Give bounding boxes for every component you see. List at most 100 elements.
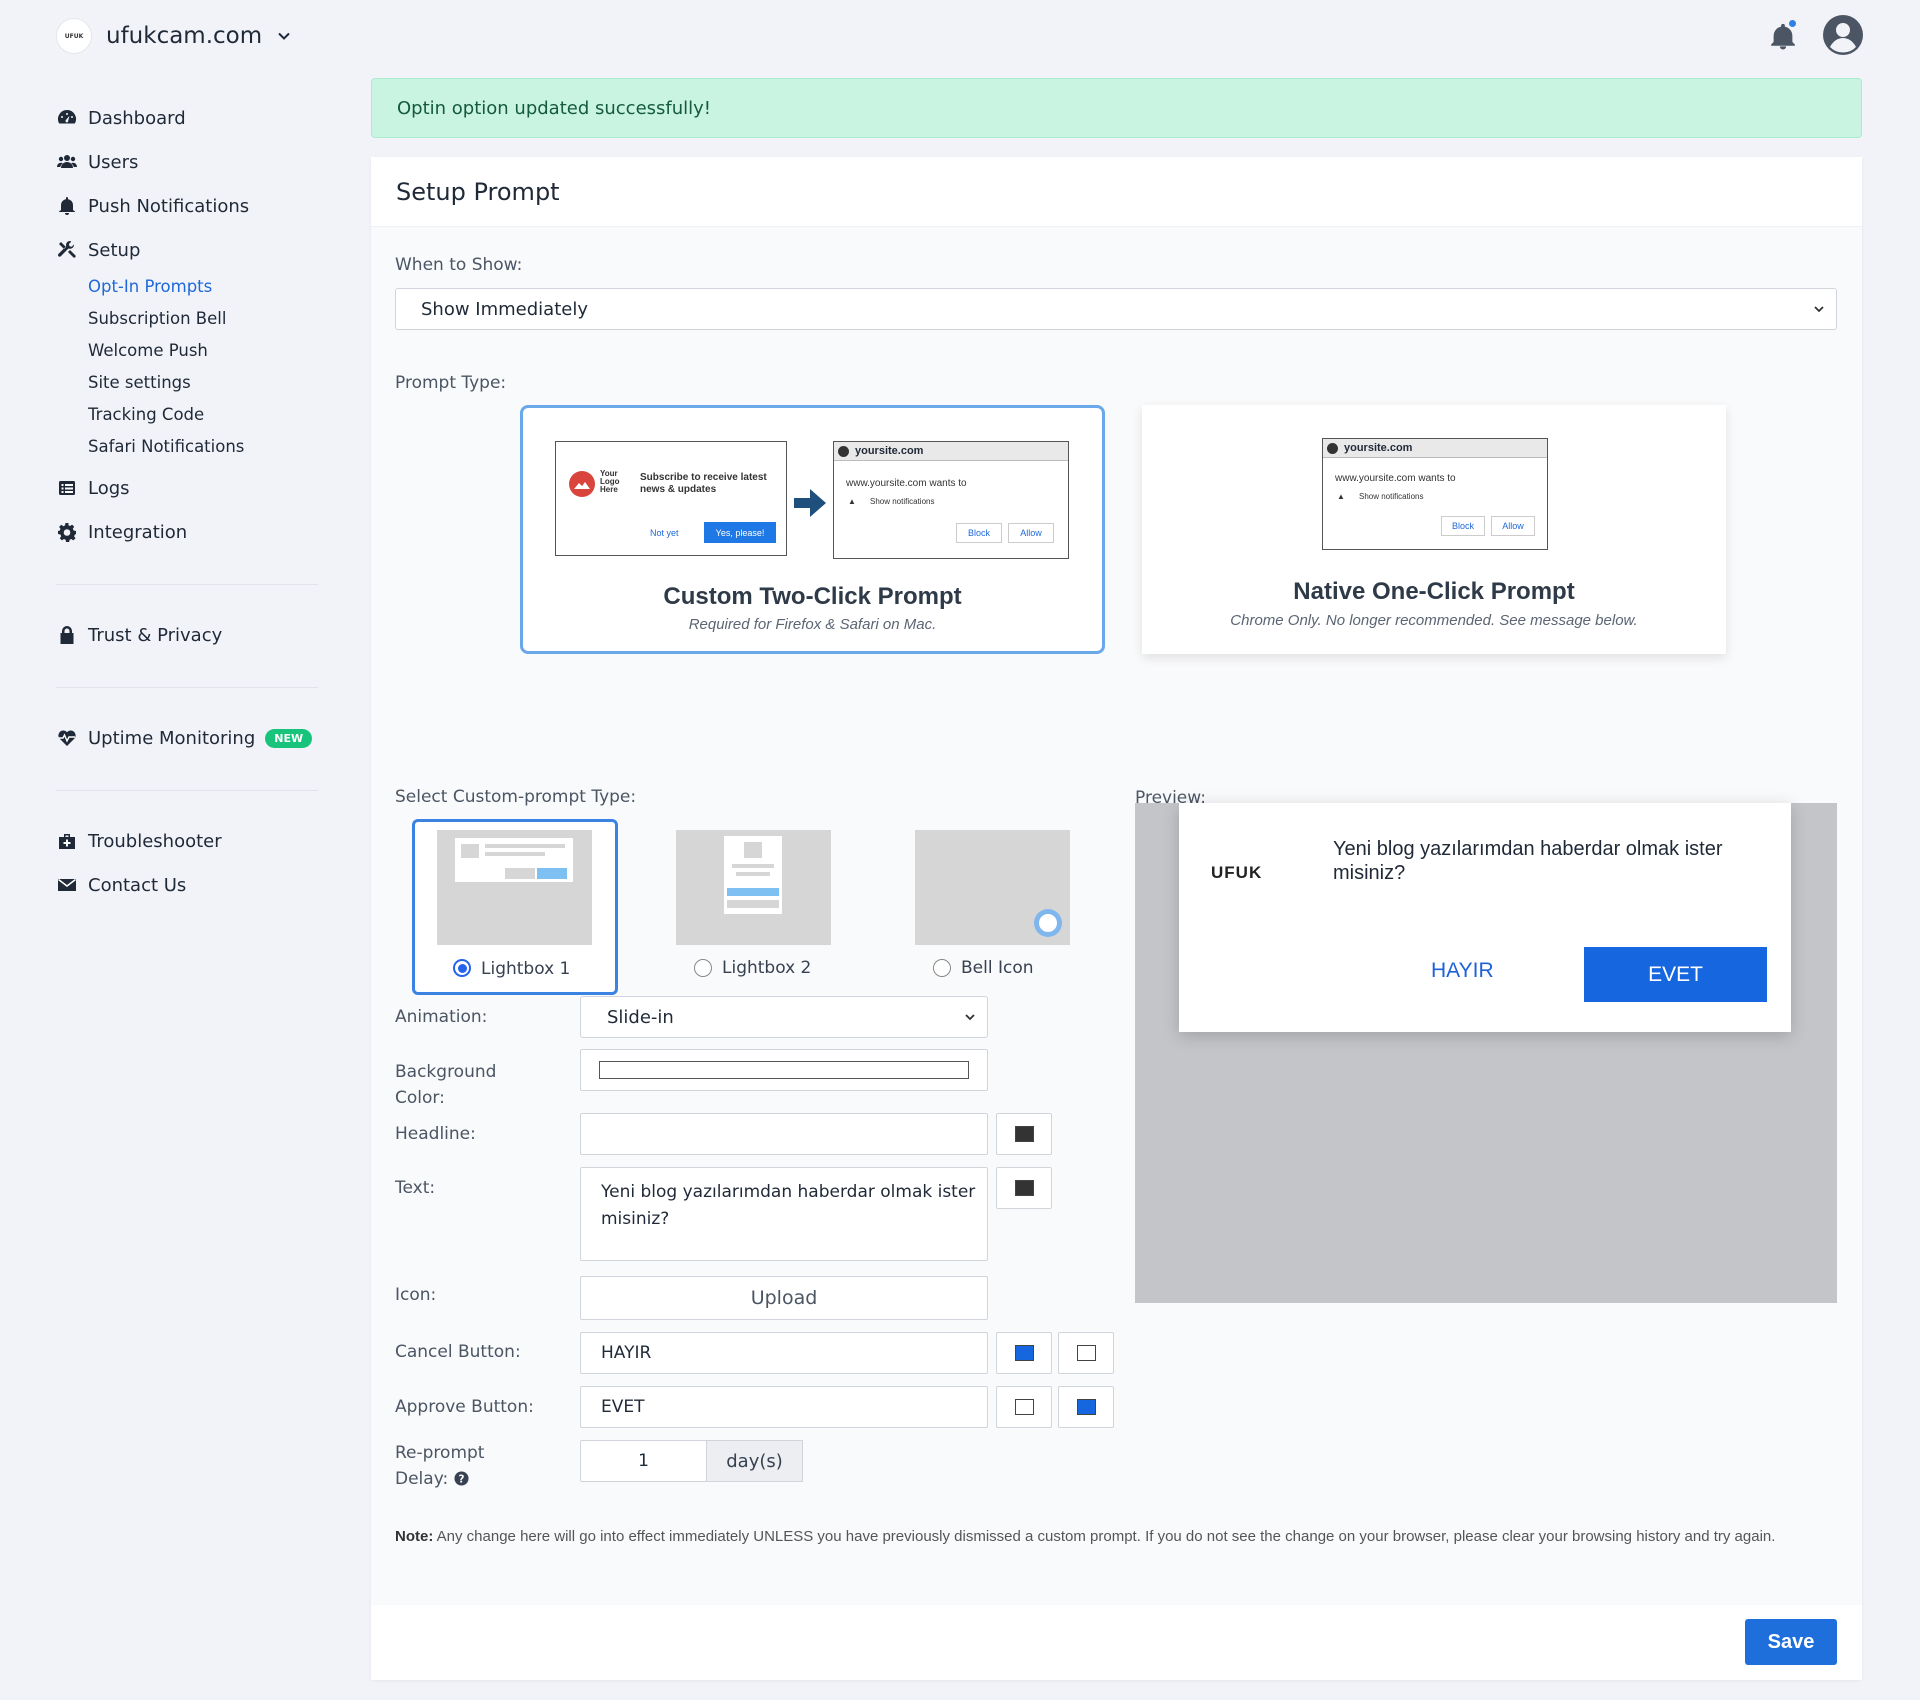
sidebar-item-label: Users bbox=[88, 151, 139, 173]
bell-icon-radio[interactable] bbox=[933, 959, 951, 977]
success-alert: Optin option updated successfully! bbox=[371, 78, 1862, 138]
sidebar-subitem-subscription-bell[interactable]: Subscription Bell bbox=[88, 302, 318, 334]
animation-label: Animation: bbox=[395, 1007, 488, 1027]
approve-button-text-input[interactable]: EVET bbox=[580, 1386, 988, 1428]
upload-button[interactable]: Upload bbox=[580, 1276, 988, 1320]
sidebar-subitem-opt-in-prompts[interactable]: Opt-In Prompts bbox=[88, 270, 318, 302]
mock-allow-button: Allow bbox=[1008, 523, 1054, 543]
sidebar-item-trust-privacy[interactable]: Trust & Privacy bbox=[56, 613, 318, 657]
sidebar-subitem-site-settings[interactable]: Site settings bbox=[88, 366, 318, 398]
mock-browser-bar: yoursite.com bbox=[1323, 439, 1547, 458]
headline-input[interactable] bbox=[580, 1113, 988, 1155]
sidebar-subitem-welcome-push[interactable]: Welcome Push bbox=[88, 334, 318, 366]
sidebar-item-label: Uptime Monitoring bbox=[88, 727, 256, 749]
preview-approve-button[interactable]: EVET bbox=[1584, 947, 1767, 1002]
custom-prompt-lightbox-2[interactable]: Lightbox 2 bbox=[654, 819, 860, 995]
animation-value: Slide-in bbox=[607, 1006, 674, 1028]
preview-logo: UFUK bbox=[1211, 863, 1263, 882]
lightbox-1-radio[interactable] bbox=[453, 959, 471, 977]
sidebar-item-label: Push Notifications bbox=[88, 195, 250, 217]
mock-bell-glyph: ▲ bbox=[848, 497, 856, 506]
mock-allow-button: Allow bbox=[1491, 516, 1535, 536]
lightbox-2-radio[interactable] bbox=[694, 959, 712, 977]
cancel-bg-color-button[interactable] bbox=[1058, 1332, 1114, 1374]
bell-icon-thumbnail bbox=[915, 830, 1070, 945]
card-body: When to Show: Show Immediately Prompt Ty… bbox=[371, 227, 1862, 1605]
sidebar-item-dashboard[interactable]: Dashboard bbox=[56, 96, 318, 140]
reprompt-delay-text: Re-prompt Delay: bbox=[395, 1443, 485, 1489]
text-color-button[interactable] bbox=[996, 1167, 1052, 1209]
animation-select[interactable]: Slide-in bbox=[580, 996, 988, 1038]
help-icon[interactable]: ? bbox=[454, 1471, 469, 1486]
approve-button-label: Approve Button: bbox=[395, 1397, 534, 1417]
prompt-type-title: Custom Two-Click Prompt bbox=[663, 583, 962, 610]
sidebar-item-integration[interactable]: Integration bbox=[56, 510, 318, 554]
chevron-down-icon bbox=[1814, 306, 1824, 313]
chevron-down-icon bbox=[965, 1014, 975, 1021]
new-badge: NEW bbox=[265, 728, 313, 748]
sidebar-item-setup[interactable]: Setup bbox=[56, 228, 318, 272]
card-footer: Save bbox=[371, 1605, 1862, 1680]
sidebar-subitem-safari-notifications[interactable]: Safari Notifications bbox=[88, 430, 318, 462]
sidebar-item-logs[interactable]: Logs bbox=[56, 466, 318, 510]
bell-icon bbox=[56, 195, 78, 217]
headline-color-swatch bbox=[1014, 1126, 1034, 1142]
mock-subscribe-text: Subscribe to receive latest news & updat… bbox=[640, 472, 767, 495]
background-color-field[interactable] bbox=[580, 1049, 988, 1091]
custom-prompt-bell-icon[interactable]: Bell Icon bbox=[893, 819, 1099, 995]
note-label: Note: bbox=[395, 1528, 434, 1545]
mock-block-button: Block bbox=[1441, 516, 1485, 536]
divider bbox=[56, 687, 318, 688]
approve-bg-color-button[interactable] bbox=[1058, 1386, 1114, 1428]
sidebar-item-label: Logs bbox=[88, 477, 130, 499]
sidebar-item-push-notifications[interactable]: Push Notifications bbox=[56, 184, 318, 228]
approve-bg-color-swatch bbox=[1076, 1399, 1096, 1415]
gauge-icon bbox=[56, 107, 78, 129]
preview-area: UFUK Yeni blog yazılarımdan haberdar olm… bbox=[1135, 803, 1837, 1303]
alert-message: Optin option updated successfully! bbox=[397, 97, 712, 119]
setup-prompt-card: Setup Prompt When to Show: Show Immediat… bbox=[371, 157, 1862, 1680]
lightbox-2-label: Lightbox 2 bbox=[722, 958, 812, 978]
save-button[interactable]: Save bbox=[1745, 1619, 1837, 1665]
cancel-button-text-input[interactable]: HAYIR bbox=[580, 1332, 988, 1374]
page-title: Setup Prompt bbox=[396, 177, 560, 206]
when-to-show-select[interactable]: Show Immediately bbox=[395, 288, 1837, 330]
notifications-bell-icon[interactable] bbox=[1766, 16, 1800, 54]
preview-text: Yeni blog yazılarımdan haberdar olmak is… bbox=[1333, 838, 1723, 884]
bell-icon-label: Bell Icon bbox=[961, 958, 1034, 978]
headline-color-button[interactable] bbox=[996, 1113, 1052, 1155]
lightbox-2-thumbnail bbox=[676, 830, 831, 945]
card-header: Setup Prompt bbox=[371, 157, 1862, 227]
text-textarea[interactable]: Yeni blog yazılarımdan haberdar olmak is… bbox=[580, 1167, 988, 1261]
sidebar-item-users[interactable]: Users bbox=[56, 140, 318, 184]
text-label: Text: bbox=[395, 1178, 436, 1198]
sidebar-item-contact-us[interactable]: Contact Us bbox=[56, 863, 318, 907]
prompt-type-custom-two-click[interactable]: Your Logo Here Subscribe to receive late… bbox=[520, 405, 1105, 654]
reprompt-delay-label: Re-prompt Delay: ? bbox=[395, 1440, 525, 1492]
site-logo: UFUK bbox=[56, 18, 92, 54]
custom-prompt-lightbox-1[interactable]: Lightbox 1 bbox=[412, 819, 618, 995]
user-avatar-icon[interactable] bbox=[1822, 14, 1864, 56]
mock-wants-text: www.yoursite.com wants to bbox=[1335, 473, 1456, 484]
sidebar-item-uptime-monitoring[interactable]: Uptime Monitoring NEW bbox=[56, 716, 318, 760]
mock-not-yet: Not yet bbox=[650, 528, 679, 538]
reprompt-delay-input[interactable]: 1 bbox=[580, 1440, 707, 1482]
divider bbox=[56, 790, 318, 791]
prompt-type-subtitle: Chrome Only. No longer recommended. See … bbox=[1230, 612, 1638, 629]
logo-placeholder-icon bbox=[569, 471, 595, 497]
preview-cancel-button[interactable]: HAYIR bbox=[1411, 947, 1514, 995]
sidebar-item-troubleshooter[interactable]: Troubleshooter bbox=[56, 819, 318, 863]
text-color-swatch bbox=[1014, 1180, 1034, 1196]
site-switcher[interactable]: UFUK ufukcam.com bbox=[56, 18, 292, 54]
cancel-text-color-button[interactable] bbox=[996, 1332, 1052, 1374]
custom-prompt-mockup: Your Logo Here Subscribe to receive late… bbox=[555, 441, 787, 556]
native-prompt-mockup: yoursite.com www.yoursite.com wants to ▲… bbox=[833, 441, 1069, 559]
approve-text-color-button[interactable] bbox=[996, 1386, 1052, 1428]
sidebar-item-label: Dashboard bbox=[88, 107, 186, 129]
mock-logo-text: Your Logo Here bbox=[600, 469, 620, 494]
background-color-label: Background Color: bbox=[395, 1062, 497, 1108]
mock-domain: yoursite.com bbox=[855, 445, 924, 457]
prompt-type-native-one-click[interactable]: yoursite.com www.yoursite.com wants to ▲… bbox=[1142, 405, 1726, 654]
lock-icon bbox=[1327, 442, 1338, 454]
sidebar-subitem-tracking-code[interactable]: Tracking Code bbox=[88, 398, 318, 430]
